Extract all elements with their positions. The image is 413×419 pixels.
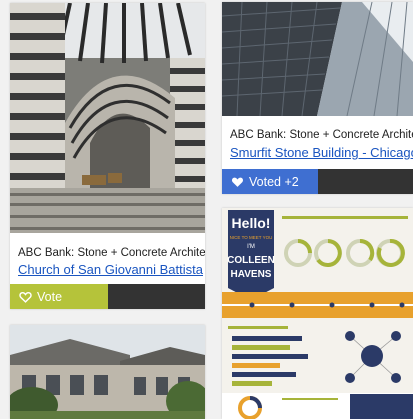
infographic-image[interactable]: Hello! NICE TO MEET YOU I'M COLLEEN HAVE… <box>222 208 413 419</box>
vote-bar: Voted +2 <box>222 169 413 194</box>
last-name-text: HAVENS <box>231 269 272 280</box>
heart-outline-icon <box>19 291 32 303</box>
pin-card-church: ABC Bank: Stone + Concrete Architecture … <box>10 3 205 309</box>
pin-card-infographic: Hello! NICE TO MEET YOU I'M COLLEEN HAVE… <box>222 208 413 419</box>
im-text: I'M <box>247 244 255 250</box>
smurfit-photo[interactable] <box>222 2 413 116</box>
vote-label: Vote <box>37 289 63 304</box>
card-source: ABC Bank: Stone + Concrete Architecture <box>230 129 413 141</box>
church-photo[interactable] <box>10 3 205 233</box>
vote-bar: Vote <box>10 284 205 309</box>
card-title-link[interactable]: Smurfit Stone Building - Chicago <box>230 145 413 160</box>
pin-card-building <box>10 325 205 419</box>
first-name-text: COLLEEN <box>227 255 275 266</box>
heart-filled-icon <box>231 177 244 187</box>
hello-text: Hello! <box>232 215 271 231</box>
vote-label: Voted +2 <box>249 174 299 189</box>
building-photo[interactable] <box>10 325 205 419</box>
card-title-link[interactable]: Church of San Giovanni Battista <box>18 262 203 277</box>
pin-card-smurfit: ABC Bank: Stone + Concrete Architecture … <box>222 2 413 194</box>
subtitle-text: NICE TO MEET YOU <box>230 235 273 240</box>
vote-button[interactable]: Vote <box>10 284 108 309</box>
voted-button[interactable]: Voted +2 <box>222 169 318 194</box>
card-source: ABC Bank: Stone + Concrete Architecture <box>18 247 205 259</box>
